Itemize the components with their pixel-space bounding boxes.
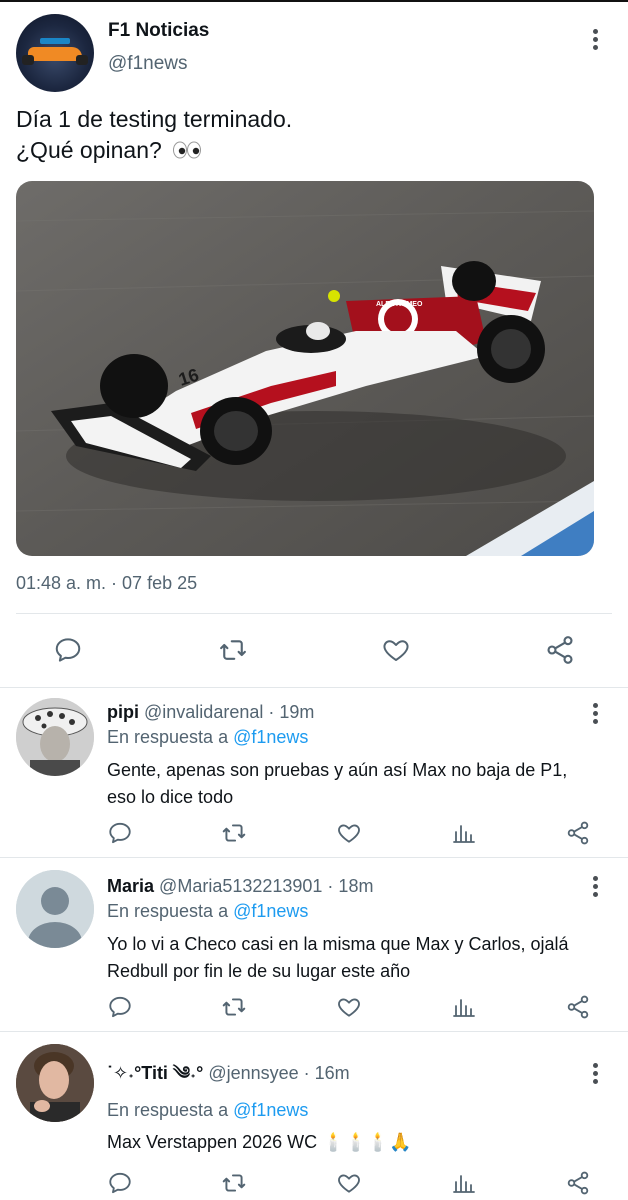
reply-button[interactable] — [106, 819, 134, 847]
like-button[interactable] — [379, 634, 413, 666]
like-button[interactable] — [335, 819, 363, 847]
reply-text: Gente, apenas son pruebas y aún así Max … — [107, 757, 607, 811]
in-reply-to: En respuesta a @f1news — [107, 1100, 308, 1121]
reply-button[interactable] — [52, 634, 84, 666]
retweet-button[interactable] — [219, 993, 249, 1021]
analytics-icon — [453, 999, 475, 1017]
tweet-text-line-2: ¿Qué opinan? — [16, 137, 162, 163]
retweet-button[interactable] — [216, 634, 250, 666]
handle-and-time[interactable]: @invalidarenal · 19m — [144, 702, 314, 722]
analytics-button[interactable] — [450, 993, 478, 1021]
handle-and-time[interactable]: @Maria5132213901 · 18m — [159, 876, 373, 896]
reply-text-line-1: Yo lo vi a Checo casi en la misma que Ma… — [107, 934, 569, 954]
more-options-icon[interactable] — [593, 29, 599, 53]
in-reply-to-label: En respuesta a — [107, 1100, 234, 1120]
avatar-car-wing — [40, 38, 70, 44]
in-reply-to: En respuesta a @f1news — [107, 901, 308, 922]
in-reply-to-label: En respuesta a — [107, 727, 234, 747]
retweet-icon — [220, 640, 246, 660]
share-button[interactable] — [564, 1169, 592, 1197]
analytics-button[interactable] — [450, 819, 478, 847]
share-icon — [547, 636, 573, 664]
reply-icon — [109, 822, 131, 844]
avatar-car — [22, 47, 88, 65]
more-options-icon[interactable] — [593, 1063, 599, 1087]
in-reply-to: En respuesta a @f1news — [107, 727, 308, 748]
reply-button[interactable] — [106, 1169, 134, 1197]
main-tweet: F1 Noticias @f1news Día 1 de testing ter… — [0, 0, 628, 688]
mention-link[interactable]: @f1news — [233, 901, 308, 921]
in-reply-to-label: En respuesta a — [107, 901, 234, 921]
retweet-button[interactable] — [219, 1169, 249, 1197]
share-button[interactable] — [543, 634, 577, 666]
like-button[interactable] — [335, 1169, 363, 1197]
display-name[interactable]: pipi — [107, 702, 139, 722]
reply-icon — [109, 996, 131, 1018]
heart-icon — [338, 1174, 360, 1193]
tweet-media-photo[interactable]: 16 ALFA ROMEO — [16, 181, 594, 556]
reply-tweet[interactable]: ˙✧˖°Titi ༄˖° @jennsyee · 16m En respuest… — [0, 1032, 628, 1200]
reply-button[interactable] — [106, 993, 134, 1021]
share-button[interactable] — [564, 819, 592, 847]
reply-icon — [109, 1172, 131, 1194]
heart-icon — [338, 824, 360, 843]
avatar[interactable] — [16, 870, 94, 948]
avatar[interactable] — [16, 1044, 94, 1122]
reply-text-line-1: Max Verstappen 2026 WC 🕯️🕯️🕯️🙏 — [107, 1132, 412, 1152]
handle[interactable]: @f1news — [108, 53, 188, 75]
avatar[interactable] — [16, 14, 94, 92]
reply-text: Yo lo vi a Checo casi en la misma que Ma… — [107, 931, 607, 985]
retweet-icon — [222, 998, 246, 1016]
display-name[interactable]: Maria — [107, 876, 154, 896]
share-icon — [567, 1171, 589, 1195]
reply-text-line-2: eso lo dice todo — [107, 787, 234, 807]
mention-link[interactable]: @f1news — [233, 727, 308, 747]
more-options-icon[interactable] — [593, 703, 599, 727]
tweet-text: Día 1 de testing terminado. ¿Qué opinan? — [16, 104, 606, 167]
analytics-icon — [453, 825, 475, 843]
tweet-timestamp[interactable]: 01:48 a. m. · 07 feb 25 — [16, 573, 197, 594]
analytics-icon — [453, 1175, 475, 1193]
retweet-icon — [222, 824, 246, 842]
share-icon — [567, 821, 589, 845]
share-icon — [567, 995, 589, 1019]
share-button[interactable] — [564, 993, 592, 1021]
display-name[interactable]: ˙✧˖°Titi ༄˖° — [107, 1063, 203, 1083]
avatar[interactable] — [16, 698, 94, 776]
like-button[interactable] — [335, 993, 363, 1021]
retweet-icon — [222, 1174, 246, 1192]
reply-icon — [55, 638, 81, 662]
eyes-emoji-icon — [172, 136, 202, 167]
reply-tweet[interactable]: pipi @invalidarenal · 19m En respuesta a… — [0, 688, 628, 856]
handle-and-time[interactable]: @jennsyee · 16m — [208, 1063, 349, 1083]
analytics-button[interactable] — [450, 1169, 478, 1197]
more-options-icon[interactable] — [593, 876, 599, 900]
mention-link[interactable]: @f1news — [233, 1100, 308, 1120]
reply-text-line-1: Gente, apenas son pruebas y aún así Max … — [107, 760, 568, 780]
divider — [16, 613, 612, 614]
heart-icon — [338, 998, 360, 1017]
heart-icon — [383, 640, 409, 661]
car-sponsor-text: ALFA ROMEO — [376, 301, 423, 308]
reply-tweet[interactable]: Maria @Maria5132213901 · 18m En respuest… — [0, 858, 628, 1031]
reply-text: Max Verstappen 2026 WC 🕯️🕯️🕯️🙏 — [107, 1129, 607, 1156]
display-name[interactable]: F1 Noticias — [108, 20, 209, 42]
reply-text-line-2: Redbull por fin le de su lugar este año — [107, 961, 411, 981]
retweet-button[interactable] — [219, 819, 249, 847]
tweet-text-line-1: Día 1 de testing terminado. — [16, 106, 293, 132]
